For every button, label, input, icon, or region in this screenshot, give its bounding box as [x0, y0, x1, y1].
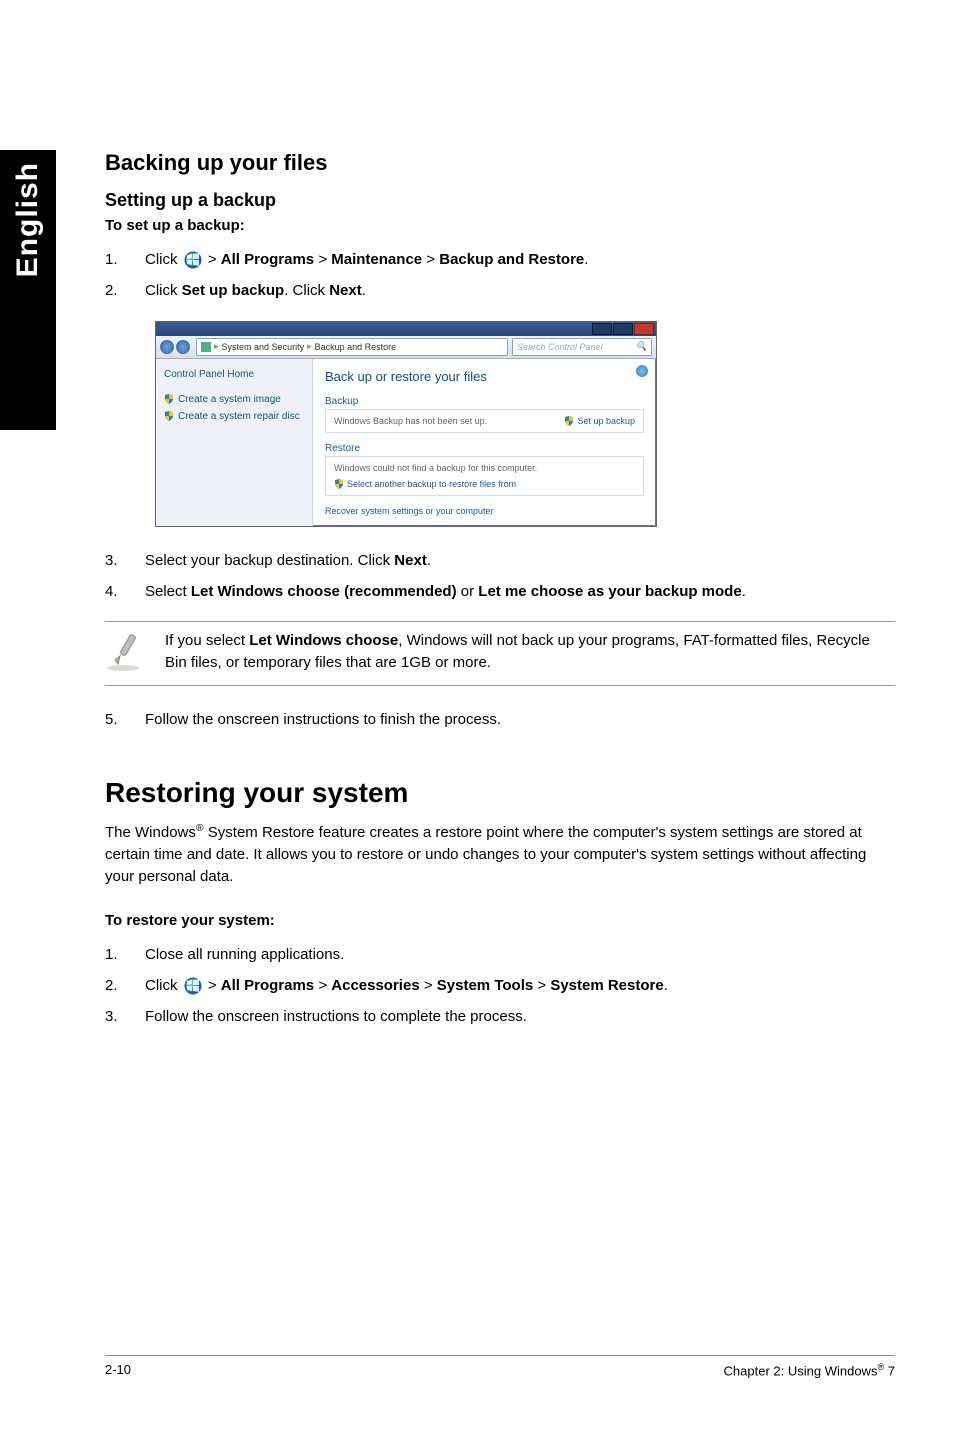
registered-mark: ® — [196, 822, 204, 834]
window-buttons — [592, 323, 654, 335]
step-number: 2. — [105, 279, 145, 302]
note-block: If you select Let Windows choose, Window… — [105, 621, 895, 686]
breadcrumb[interactable]: ▸ System and Security ▸ Backup and Resto… — [196, 338, 508, 356]
control-panel-icon — [201, 342, 211, 352]
search-placeholder: Search Control Panel — [517, 342, 603, 352]
shield-icon — [564, 416, 574, 426]
lead-setup: To set up a backup: — [105, 217, 895, 234]
shield-icon — [164, 411, 174, 421]
language-label: English — [11, 162, 45, 277]
start-orb-icon — [184, 251, 202, 269]
step-body: Click > All Programs > Maintenance > Bac… — [145, 248, 895, 271]
restore-status: Windows could not find a backup for this… — [334, 463, 635, 473]
shield-icon — [334, 479, 344, 489]
step-body: Select Let Windows choose (recommended) … — [145, 580, 895, 603]
step-number: 2. — [105, 974, 145, 997]
note-text: If you select Let Windows choose, Window… — [165, 630, 895, 674]
step-body: Click Set up backup. Click Next. — [145, 279, 895, 302]
step-number: 4. — [105, 580, 145, 603]
sidebar-home-link[interactable]: Control Panel Home — [164, 369, 304, 380]
heading-restoring: Restoring your system — [105, 777, 895, 809]
address-bar-row: ▸ System and Security ▸ Backup and Resto… — [156, 336, 656, 359]
step-number: 5. — [105, 708, 145, 731]
shield-icon — [164, 394, 174, 404]
setup-backup-link[interactable]: Set up backup — [564, 416, 635, 426]
sidebar-create-image[interactable]: Create a system image — [164, 394, 304, 405]
group-label-restore: Restore — [325, 443, 644, 454]
sidebar-repair-disc[interactable]: Create a system repair disc — [164, 411, 304, 422]
step-number: 1. — [105, 943, 145, 966]
page-number: 2-10 — [105, 1362, 131, 1378]
select-another-backup-link[interactable]: Select another backup to restore files f… — [334, 479, 635, 489]
main-panel: Back up or restore your files Backup Win… — [313, 359, 656, 526]
page-footer: 2-10 Chapter 2: Using Windows® 7 — [105, 1355, 895, 1378]
step-number: 3. — [105, 549, 145, 572]
forward-button[interactable] — [176, 340, 190, 354]
group-backup: Windows Backup has not been set up. Set … — [325, 409, 644, 433]
help-icon[interactable] — [636, 365, 648, 377]
step-body: Follow the onscreen instructions to comp… — [145, 1005, 895, 1028]
back-button[interactable] — [160, 340, 174, 354]
step-number: 3. — [105, 1005, 145, 1028]
step-body: Close all running applications. — [145, 943, 895, 966]
recover-settings-link[interactable]: Recover system settings or your computer — [325, 506, 644, 516]
setup-steps: 1. Click > All Programs > Maintenance > … — [105, 248, 895, 303]
language-tab: English — [0, 150, 56, 430]
backup-restore-window: ▸ System and Security ▸ Backup and Resto… — [155, 321, 657, 527]
main-header: Back up or restore your files — [325, 369, 644, 384]
setup-steps-cont: 3. Select your backup destination. Click… — [105, 549, 895, 604]
restore-steps: 1. Close all running applications. 2. Cl… — [105, 943, 895, 1029]
heading-backing-up: Backing up your files — [105, 150, 895, 176]
search-input[interactable]: Search Control Panel 🔍 — [512, 338, 652, 356]
note-icon — [105, 630, 147, 677]
step-body: Follow the onscreen instructions to fini… — [145, 708, 895, 731]
minimize-button[interactable] — [592, 323, 612, 335]
search-icon: 🔍 — [636, 341, 647, 352]
group-restore: Windows could not find a backup for this… — [325, 456, 644, 496]
heading-setting-up: Setting up a backup — [105, 190, 895, 211]
sidebar: Control Panel Home Create a system image… — [156, 359, 313, 526]
step-body: Select your backup destination. Click Ne… — [145, 549, 895, 572]
lead-restore: To restore your system: — [105, 912, 895, 929]
restore-paragraph: The Windows® System Restore feature crea… — [105, 821, 895, 887]
setup-steps-end: 5. Follow the onscreen instructions to f… — [105, 708, 895, 731]
window-titlebar — [156, 322, 656, 336]
page-content: Backing up your files Setting up a backu… — [105, 150, 895, 1046]
step-body: Click > All Programs > Accessories > Sys… — [145, 974, 895, 997]
step-number: 1. — [105, 248, 145, 271]
close-button[interactable] — [634, 323, 654, 335]
start-orb-icon — [184, 977, 202, 995]
chapter-label: Chapter 2: Using Windows® 7 — [724, 1362, 895, 1378]
maximize-button[interactable] — [613, 323, 633, 335]
group-label-backup: Backup — [325, 396, 644, 407]
